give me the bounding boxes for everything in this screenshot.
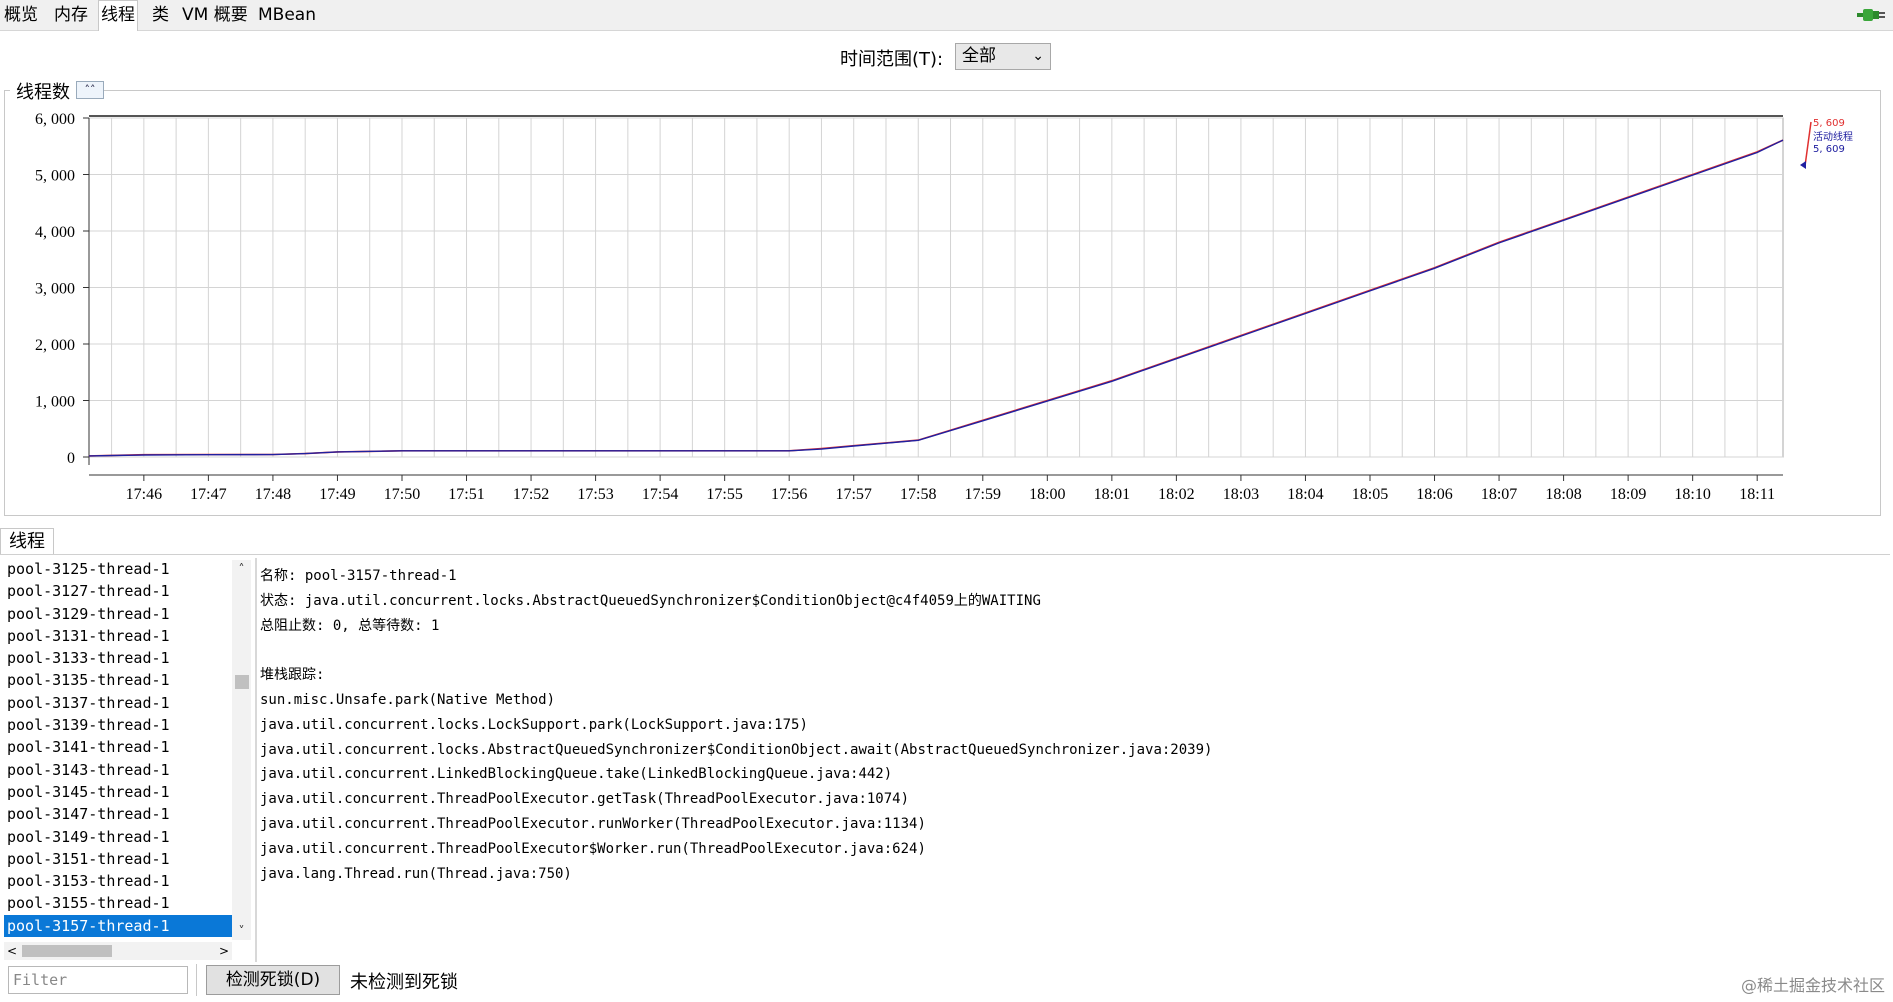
x-tick-label: 17:56	[771, 486, 807, 503]
x-tick-label: 17:47	[190, 486, 226, 503]
thread-list[interactable]: pool-3125-thread-1 pool-3127-thread-1 pool…	[4, 558, 250, 962]
y-tick-label: 1, 000	[35, 394, 75, 411]
thread-list-item[interactable]: pool-3145-thread-1	[4, 781, 233, 803]
thread-list-item[interactable]: pool-3153-thread-1	[4, 870, 233, 892]
hscroll-thumb[interactable]	[22, 945, 112, 957]
scroll-left-icon[interactable]: <	[4, 942, 20, 960]
stack-frame: java.util.concurrent.ThreadPoolExecutor$…	[260, 840, 926, 857]
x-tick-label: 18:00	[1029, 486, 1065, 503]
thread-list-item[interactable]: pool-3147-thread-1	[4, 803, 233, 825]
tab-threads[interactable]: 线程	[98, 0, 138, 31]
x-tick-label: 17:58	[900, 486, 936, 503]
thread-list-item[interactable]: pool-3133-thread-1	[4, 647, 233, 669]
x-tick-label: 18:04	[1287, 486, 1323, 503]
x-tick-label: 17:51	[448, 486, 484, 503]
stack-frame: java.util.concurrent.locks.AbstractQueue…	[260, 741, 1213, 758]
thread-name-line: 名称: pool-3157-thread-1	[260, 568, 457, 584]
stack-frame: java.util.concurrent.locks.LockSupport.p…	[260, 716, 808, 733]
tab-classes[interactable]: 类	[150, 1, 171, 29]
legend-active-value: 5, 609	[1813, 144, 1845, 155]
x-tick-label: 17:46	[126, 486, 162, 503]
x-tick-label: 17:53	[577, 486, 613, 503]
y-tick-label: 6, 000	[35, 111, 75, 128]
x-tick-label: 17:49	[319, 486, 355, 503]
chevron-down-icon: ⌄	[1032, 48, 1044, 64]
tab-memory[interactable]: 内存	[52, 1, 90, 29]
y-tick-label: 4, 000	[35, 224, 75, 241]
thread-counts-line: 总阻止数: 0, 总等待数: 1	[260, 617, 440, 634]
stack-frame: java.util.concurrent.LinkedBlockingQueue…	[260, 766, 893, 783]
thread-list-item[interactable]: pool-3143-thread-1	[4, 759, 233, 781]
tab-overview[interactable]: 概览	[2, 1, 40, 29]
x-tick-label: 17:48	[255, 486, 291, 503]
x-tick-label: 17:59	[965, 486, 1001, 503]
thread-list-item[interactable]: pool-3157-thread-1	[4, 914, 233, 938]
x-tick-label: 18:10	[1674, 486, 1710, 503]
scroll-right-icon[interactable]: >	[216, 942, 232, 960]
stack-frame: java.util.concurrent.ThreadPoolExecutor.…	[260, 815, 926, 832]
thread-list-item[interactable]: pool-3141-thread-1	[4, 736, 233, 758]
legend-active-name: 活动线程	[1813, 130, 1853, 143]
x-tick-label: 18:01	[1094, 486, 1130, 503]
y-tick-label: 2, 000	[35, 337, 75, 354]
thread-list-item[interactable]: pool-3125-thread-1	[4, 558, 233, 580]
time-range-label: 时间范围(T):	[840, 49, 944, 70]
split-divider[interactable]	[255, 558, 257, 962]
detect-deadlock-button[interactable]: 检测死锁(D)	[206, 965, 340, 995]
x-tick-label: 18:08	[1545, 486, 1581, 503]
x-tick-label: 18:03	[1223, 486, 1259, 503]
stack-frame: sun.misc.Unsafe.park(Native Method)	[260, 691, 556, 708]
watermark: @稀土掘金技术社区	[1740, 976, 1885, 995]
thread-list-hscrollbar[interactable]: < >	[4, 942, 232, 960]
x-tick-label: 17:55	[706, 486, 742, 503]
plug-icon[interactable]	[1857, 6, 1887, 24]
thread-list-item[interactable]: pool-3137-thread-1	[4, 692, 233, 714]
time-range-value: 全部	[962, 46, 996, 66]
time-range-select[interactable]: 全部 ⌄	[955, 43, 1051, 70]
collapse-icon[interactable]: ˄˄	[76, 81, 104, 99]
x-tick-label: 18:05	[1352, 486, 1388, 503]
threads-subtab[interactable]: 线程	[0, 528, 54, 555]
scroll-up-icon[interactable]: ˄	[232, 560, 251, 578]
thread-details: 名称: pool-3157-thread-1 状态: java.util.con…	[260, 564, 1860, 886]
thread-list-vscrollbar[interactable]: ˄ ˅	[232, 560, 251, 940]
thread-list-item[interactable]: pool-3131-thread-1	[4, 625, 233, 647]
y-tick-label: 3, 000	[35, 281, 75, 298]
x-tick-label: 18:11	[1739, 486, 1775, 503]
thread-list-item[interactable]: pool-3127-thread-1	[4, 580, 233, 602]
stack-header: 堆栈跟踪:	[260, 667, 325, 684]
x-tick-label: 17:57	[835, 486, 871, 503]
thread-list-item[interactable]: pool-3135-thread-1	[4, 669, 233, 691]
tab-bar: 概览 内存 线程 类 VM 概要 MBean	[0, 0, 1893, 31]
y-tick-label: 0	[67, 450, 75, 467]
stack-frame: java.util.concurrent.ThreadPoolExecutor.…	[260, 791, 910, 808]
x-tick-label: 17:52	[513, 486, 549, 503]
x-tick-label: 18:06	[1416, 486, 1452, 503]
filter-input[interactable]: Filter	[8, 966, 188, 994]
y-tick-label: 5, 000	[35, 168, 75, 185]
tab-mbean[interactable]: MBean	[256, 1, 318, 29]
thread-list-item[interactable]: pool-3129-thread-1	[4, 603, 233, 625]
thread-list-item[interactable]: pool-3149-thread-1	[4, 826, 233, 848]
x-tick-label: 18:02	[1158, 486, 1194, 503]
x-tick-label: 17:54	[642, 486, 678, 503]
legend-peak-value: 5, 609	[1813, 118, 1845, 129]
stack-frame: java.lang.Thread.run(Thread.java:750)	[260, 865, 572, 882]
x-tick-label: 18:07	[1481, 486, 1517, 503]
thread-state-line: 状态: java.util.concurrent.locks.AbstractQ…	[260, 592, 1041, 609]
thread-list-item[interactable]: pool-3155-thread-1	[4, 892, 233, 914]
x-tick-label: 17:50	[384, 486, 420, 503]
deadlock-status: 未检测到死锁	[350, 972, 458, 993]
x-tick-label: 18:09	[1610, 486, 1646, 503]
thread-list-item[interactable]: pool-3139-thread-1	[4, 714, 233, 736]
legend-peak-marker	[1804, 121, 1812, 167]
thread-count-chart: 0 1, 000 2, 000 3, 000 4, 000 5, 000 6, 000 17:…	[35, 111, 1853, 503]
toolbar-separator	[196, 964, 197, 996]
thread-list-item[interactable]: pool-3151-thread-1	[4, 848, 233, 870]
scroll-down-icon[interactable]: ˅	[232, 922, 251, 940]
scroll-thumb[interactable]	[235, 675, 249, 689]
tab-vm-summary[interactable]: VM 概要	[180, 1, 250, 29]
legend-active-marker	[1800, 161, 1806, 169]
